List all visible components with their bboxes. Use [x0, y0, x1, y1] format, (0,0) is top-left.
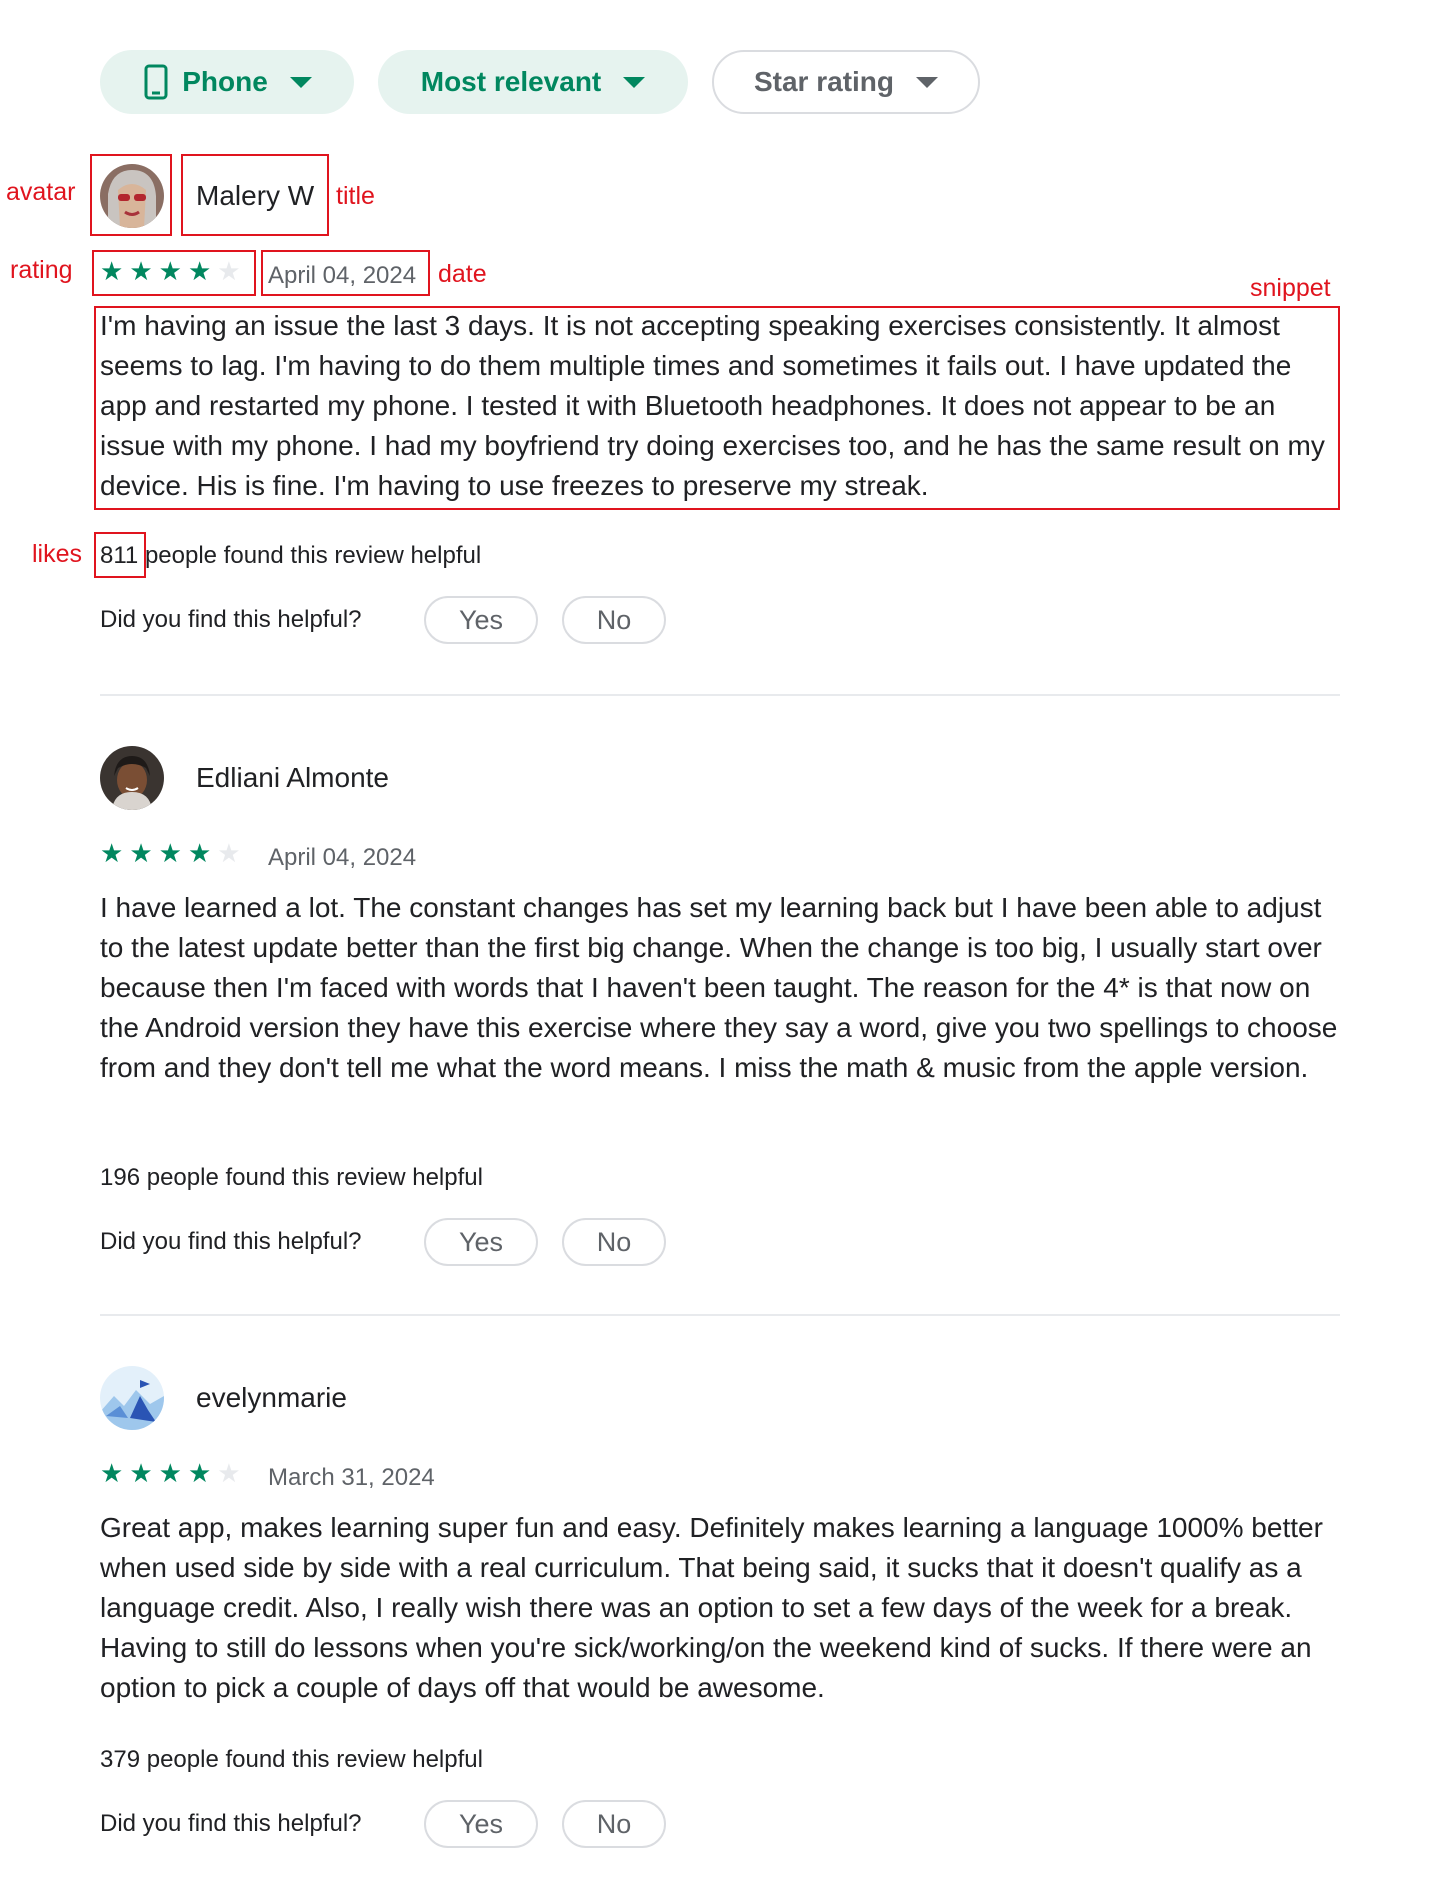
chevron-down-icon: [916, 76, 939, 88]
chevron-down-icon: [623, 76, 646, 88]
rating-annotation-label: rating: [10, 256, 73, 284]
phone-icon: [144, 64, 168, 100]
review-divider: [100, 1314, 1340, 1316]
star-filled-icon: ★: [129, 1458, 153, 1488]
title-annotation-label: title: [336, 182, 375, 210]
review-divider: [100, 694, 1340, 696]
helpful-suffix: people found this review helpful: [144, 542, 482, 569]
review-author: Edliani Almonte: [196, 762, 390, 793]
yes-button[interactable]: Yes: [424, 596, 538, 644]
chevron-down-icon: [289, 76, 312, 88]
helpful-prompt: Did you find this helpful?: [100, 1810, 362, 1837]
likes-count: 379: [100, 1746, 141, 1773]
helpful-count: 196 people found this review helpful: [100, 1164, 483, 1192]
helpful-prompt: Did you find this helpful?: [100, 606, 362, 633]
star-filled-icon: ★: [100, 1458, 124, 1488]
star-filled-icon: ★: [187, 1458, 212, 1488]
snippet-annotation-label: snippet: [1250, 274, 1331, 302]
likes-annotation-label: likes: [32, 540, 83, 568]
no-button[interactable]: No: [562, 1218, 666, 1266]
device-filter-chip[interactable]: Phone: [100, 50, 354, 114]
star-filled-icon: ★: [158, 838, 182, 868]
date-annotation-box: [261, 250, 430, 296]
sort-filter-label: Most relevant: [420, 66, 602, 97]
likes-count: 196: [100, 1164, 141, 1191]
review-snippet: Great app, makes learning super fun and …: [100, 1512, 1323, 1703]
helpful-count: 379 people found this review helpful: [100, 1746, 483, 1774]
star-rating-filter-label: Star rating: [753, 66, 895, 97]
star-rating-filter-chip[interactable]: Star rating: [712, 50, 980, 114]
review-date: April 04, 2024: [268, 844, 417, 871]
star-filled-icon: ★: [187, 838, 212, 868]
helpful-count: 811 people found this review helpful: [100, 542, 481, 570]
avatar: [100, 746, 164, 810]
star-filled-icon: ★: [129, 838, 153, 868]
review-snippet: I have learned a lot. The constant chang…: [100, 892, 1338, 1083]
no-button[interactable]: No: [562, 1800, 666, 1848]
helpful-prompt: Did you find this helpful?: [100, 1228, 362, 1255]
star-filled-icon: ★: [158, 1458, 182, 1488]
star-rating: ★ ★ ★ ★ ★: [100, 1458, 241, 1488]
star-filled-icon: ★: [100, 838, 124, 868]
likes-annotation-box: [94, 532, 146, 578]
review-author: evelynmarie: [196, 1382, 347, 1413]
snippet-annotation-box: [94, 306, 1340, 510]
star-empty-icon: ★: [217, 838, 241, 868]
no-button[interactable]: No: [562, 596, 666, 644]
helpful-suffix: people found this review helpful: [146, 1164, 483, 1191]
yes-button[interactable]: Yes: [424, 1218, 538, 1266]
star-empty-icon: ★: [217, 1458, 241, 1488]
sort-filter-chip[interactable]: Most relevant: [378, 50, 688, 114]
helpful-suffix: people found this review helpful: [146, 1746, 483, 1773]
date-annotation-label: date: [438, 260, 487, 288]
star-rating: ★ ★ ★ ★ ★: [100, 838, 241, 868]
review-card: evelynmarie ★ ★ ★ ★ ★ March 31, 2024 Gre…: [100, 1366, 1340, 1866]
review-card: Edliani Almonte ★ ★ ★ ★ ★ April 04, 2024…: [100, 746, 1340, 1286]
avatar-annotation-label: avatar: [6, 178, 76, 206]
avatar: [100, 1366, 164, 1430]
device-filter-label: Phone: [182, 66, 268, 97]
title-annotation-box: [181, 154, 329, 236]
yes-button[interactable]: Yes: [424, 1800, 538, 1848]
review-date: March 31, 2024: [268, 1464, 435, 1491]
avatar-annotation-box: [90, 154, 172, 236]
rating-annotation-box: [92, 250, 256, 296]
